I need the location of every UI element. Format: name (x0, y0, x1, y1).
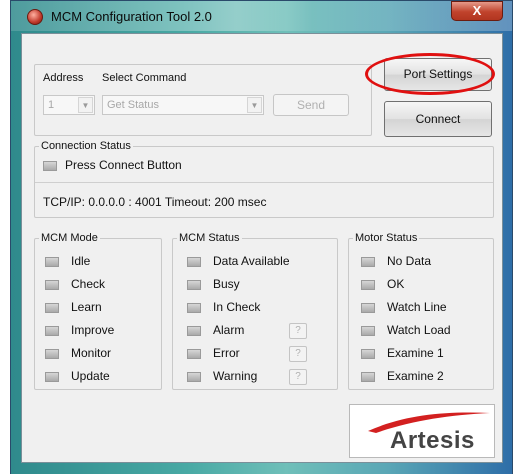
command-value: Get Status (107, 99, 159, 111)
led-watch-line (361, 303, 375, 313)
motor-examine-2-label: Examine 2 (387, 369, 444, 383)
led-alarm (187, 326, 201, 336)
tcpip-info: TCP/IP: 0.0.0.0 : 4001 Timeout: 200 msec (43, 195, 267, 209)
motor-watch-line-label: Watch Line (387, 300, 447, 314)
highlight-ring (365, 53, 495, 95)
led-busy (187, 280, 201, 290)
divider (35, 182, 493, 183)
artesis-logo: Artesis (349, 404, 495, 458)
address-value: 1 (48, 99, 55, 111)
status-error-label: Error (213, 346, 240, 360)
logo-text: Artesis (390, 427, 475, 454)
warning-help-button[interactable]: ? (289, 369, 307, 385)
led-watch-load (361, 326, 375, 336)
status-in-check-label: In Check (213, 300, 261, 314)
mcm-mode-legend: MCM Mode (41, 232, 98, 244)
mode-idle-label: Idle (71, 254, 91, 268)
motor-status-group: Motor Status No Data OK Watch Line Watch… (348, 232, 494, 390)
led-error (187, 349, 201, 359)
status-warning-label: Warning (213, 369, 258, 383)
motor-examine-1-label: Examine 1 (387, 346, 444, 360)
connection-status-group: Connection Status Press Connect Button T… (34, 140, 494, 218)
window-title: MCM Configuration Tool 2.0 (51, 9, 212, 24)
led-data-available (187, 257, 201, 267)
status-busy-label: Busy (213, 277, 240, 291)
mcm-status-group: MCM Status Data Available Busy In Check … (172, 232, 338, 390)
mode-improve-label: Improve (71, 323, 115, 337)
led-learn (45, 303, 59, 313)
mode-learn-label: Learn (71, 300, 102, 314)
error-help-button[interactable]: ? (289, 346, 307, 362)
send-button[interactable]: Send (273, 94, 349, 116)
led-examine-2 (361, 372, 375, 382)
app-icon[interactable] (27, 9, 43, 25)
address-select[interactable]: 1 ▼ (43, 95, 95, 115)
select-command-label: Select Command (102, 72, 187, 84)
alarm-help-button[interactable]: ? (289, 323, 307, 339)
connection-status-legend: Connection Status (41, 140, 131, 152)
mode-monitor-label: Monitor (71, 346, 112, 360)
status-data-available-label: Data Available (213, 254, 290, 268)
led-examine-1 (361, 349, 375, 359)
motor-ok-label: OK (387, 277, 405, 291)
led-in-check (187, 303, 201, 313)
motor-watch-load-label: Watch Load (387, 323, 451, 337)
title-bar[interactable]: MCM Configuration Tool 2.0 X (11, 1, 512, 31)
connect-button[interactable]: Connect (384, 101, 492, 137)
mcm-mode-group: MCM Mode Idle Check Learn Improve Monito… (34, 232, 162, 390)
chevron-down-icon[interactable]: ▼ (78, 97, 93, 113)
led-check (45, 280, 59, 290)
address-label: Address (43, 72, 84, 84)
command-group: Address Select Command 1 ▼ Get Status ▼ … (34, 64, 372, 136)
led-ok (361, 280, 375, 290)
connection-led (43, 161, 57, 171)
mode-update-label: Update (71, 369, 110, 383)
close-button[interactable]: X (451, 1, 503, 21)
led-update (45, 372, 59, 382)
mode-check-label: Check (71, 277, 106, 291)
led-warning (187, 372, 201, 382)
client-area: Address Select Command 1 ▼ Get Status ▼ … (21, 33, 503, 463)
chevron-down-icon[interactable]: ▼ (247, 97, 262, 113)
led-improve (45, 326, 59, 336)
command-select[interactable]: Get Status ▼ (102, 95, 264, 115)
led-no-data (361, 257, 375, 267)
status-alarm-label: Alarm (213, 323, 245, 337)
motor-status-legend: Motor Status (355, 232, 418, 244)
motor-no-data-label: No Data (387, 254, 432, 268)
led-idle (45, 257, 59, 267)
connection-status-text: Press Connect Button (65, 158, 182, 172)
mcm-status-legend: MCM Status (179, 232, 240, 244)
led-monitor (45, 349, 59, 359)
